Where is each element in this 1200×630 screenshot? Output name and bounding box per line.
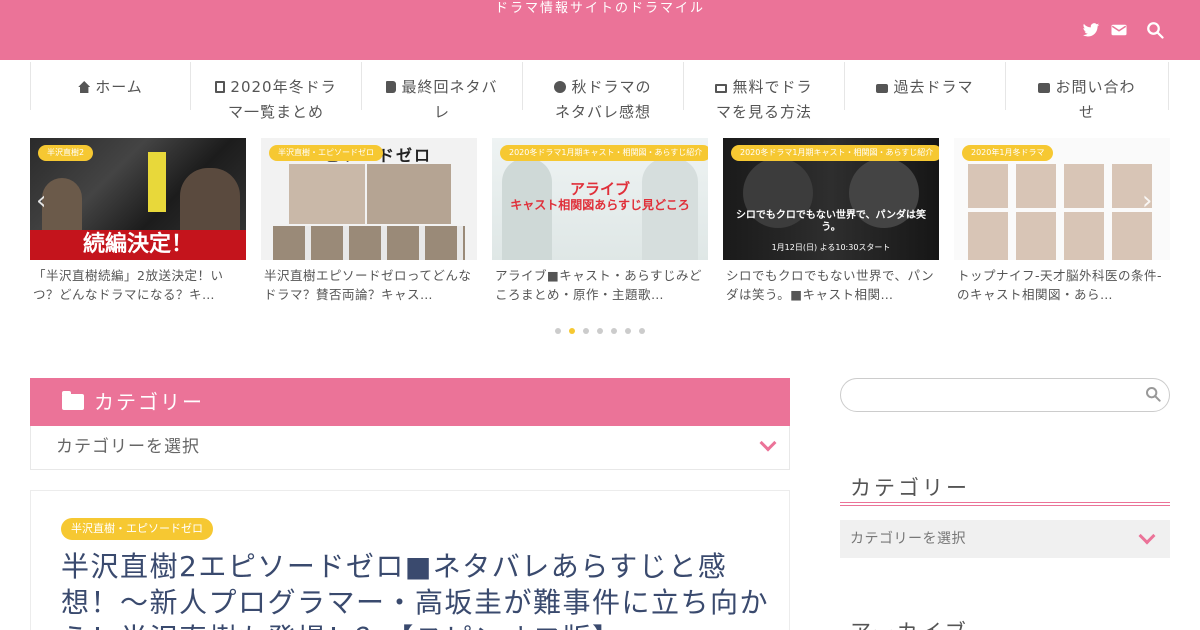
search-icon[interactable] bbox=[1145, 386, 1161, 402]
slide-image-text: 続編決定！ bbox=[82, 232, 193, 257]
mail-icon bbox=[1038, 83, 1051, 93]
slide-title[interactable]: シロでもクロでもない世界で、パンダは笑う。■キャスト相関… bbox=[723, 266, 939, 304]
slide-thumbnail: 続編決定！ 半沢直樹2 bbox=[30, 138, 246, 260]
category-badge[interactable]: 2020年1月冬ドラマ bbox=[962, 145, 1054, 161]
slide-title[interactable]: トップナイフ-天才脳外科医の条件-のキャスト相関図・あら… bbox=[954, 266, 1170, 304]
category-select-placeholder: カテゴリーを選択 bbox=[56, 437, 200, 457]
slide-thumbnail: エピソードゼロ 半沢直樹・エピソードゼロ bbox=[261, 138, 477, 260]
mail-icon[interactable] bbox=[1110, 21, 1130, 41]
monitor-icon bbox=[715, 84, 728, 93]
carousel-slide[interactable]: アライブ キャスト相関図あらすじ見どころ 2020冬ドラマ1月期キャスト・相関図… bbox=[492, 138, 708, 304]
nav-label: 過去ドラマ bbox=[893, 78, 974, 96]
chevron-down-icon bbox=[759, 434, 777, 452]
carousel-dot[interactable] bbox=[625, 328, 631, 334]
global-nav: ホーム 2020年冬ドラマ一覧まとめ 最終回ネタバレ 秋ドラマのネタバレ感想 無… bbox=[30, 60, 1170, 135]
category-heading-label: カテゴリー bbox=[94, 390, 204, 414]
slide-image-text: シロでもクロでもない世界で、パンダは笑う。 bbox=[735, 210, 927, 233]
search-icon[interactable] bbox=[1146, 21, 1166, 41]
nav-label: お問い合わせ bbox=[1055, 78, 1136, 121]
carousel-dot-active[interactable] bbox=[569, 328, 575, 334]
nav-label: 2020年冬ドラマ一覧まとめ bbox=[227, 78, 337, 121]
carousel-dot[interactable] bbox=[597, 328, 603, 334]
slide-image-subtext: キャスト相関図あらすじ見どころ bbox=[510, 198, 690, 212]
slide-thumbnail: シロでもクロでもない世界で、パンダは笑う。 1月12日(日) よる10:30スタ… bbox=[723, 138, 939, 260]
sidebar-archive-title: アーカイブ bbox=[850, 616, 969, 630]
nav-item-final-episode[interactable]: 最終回ネタバレ bbox=[361, 62, 523, 121]
nav-item-contact[interactable]: お問い合わせ bbox=[1005, 62, 1169, 121]
carousel-dot[interactable] bbox=[611, 328, 617, 334]
nav-item-past-dramas[interactable]: 過去ドラマ bbox=[844, 62, 1006, 110]
nav-item-winter-dramas[interactable]: 2020年冬ドラマ一覧まとめ bbox=[190, 62, 362, 121]
category-badge[interactable]: 半沢直樹2 bbox=[38, 145, 94, 161]
slide-title[interactable]: 半沢直樹エピソードゼロってどんなドラマ？賛否両論？キャス… bbox=[261, 266, 477, 304]
carousel-slide[interactable]: シロでもクロでもない世界で、パンダは笑う。 1月12日(日) よる10:30スタ… bbox=[723, 138, 939, 304]
slide-image-subtext: 1月12日(日) よる10:30スタート bbox=[771, 243, 891, 252]
folder-icon bbox=[62, 391, 84, 410]
slide-thumbnail: 2020年1月冬ドラマ bbox=[954, 138, 1170, 260]
nav-label: ホーム bbox=[95, 78, 143, 96]
nav-label: 秋ドラマのネタバレ感想 bbox=[554, 78, 652, 121]
chevron-down-icon bbox=[1138, 527, 1156, 545]
search-input[interactable] bbox=[840, 378, 1170, 412]
slide-title[interactable]: 「半沢直樹続編」2放送決定！いつ？どんなドラマになる？キ… bbox=[30, 266, 246, 304]
carousel-dot[interactable] bbox=[555, 328, 561, 334]
sidebar-title-divider bbox=[840, 502, 1170, 506]
twitter-icon[interactable] bbox=[1082, 21, 1102, 41]
carousel-slide[interactable]: 続編決定！ 半沢直樹2 「半沢直樹続編」2放送決定！いつ？どんなドラマになる？キ… bbox=[30, 138, 246, 304]
book-icon bbox=[386, 81, 397, 93]
box-icon bbox=[876, 84, 889, 93]
nav-item-free-watch[interactable]: 無料でドラマを見る方法 bbox=[683, 62, 845, 121]
site-header: ドラマ情報サイトのドラマイル bbox=[0, 0, 1200, 60]
article-title[interactable]: 半沢直樹2エピソードゼロ■ネタバレあらすじと感想！～新人プログラマー・高坂圭が難… bbox=[61, 549, 781, 630]
carousel-dot[interactable] bbox=[639, 328, 645, 334]
slide-title[interactable]: アライブ■キャスト・あらすじみどころまとめ・原作・主題歌… bbox=[492, 266, 708, 304]
category-select[interactable]: カテゴリーを選択 bbox=[30, 426, 790, 470]
category-widget-heading: カテゴリー bbox=[30, 378, 790, 426]
nav-item-autumn-reviews[interactable]: 秋ドラマのネタバレ感想 bbox=[522, 62, 684, 121]
home-icon bbox=[78, 81, 91, 93]
carousel-next-arrow[interactable]: › bbox=[1142, 186, 1152, 216]
carousel-pagination bbox=[555, 328, 645, 334]
nav-item-home[interactable]: ホーム bbox=[30, 62, 191, 110]
carousel-dot[interactable] bbox=[583, 328, 589, 334]
carousel-prev-arrow[interactable]: ‹ bbox=[36, 186, 46, 216]
document-icon bbox=[215, 81, 226, 93]
slide-thumbnail: アライブ キャスト相関図あらすじ見どころ 2020冬ドラマ1月期キャスト・相関図… bbox=[492, 138, 708, 260]
category-badge[interactable]: 2020冬ドラマ1月期キャスト・相関図・あらすじ紹介 bbox=[731, 145, 939, 161]
category-badge[interactable]: 半沢直樹・エピソードゼロ bbox=[269, 145, 383, 161]
article-card[interactable]: 半沢直樹・エピソードゼロ 半沢直樹2エピソードゼロ■ネタバレあらすじと感想！～新… bbox=[30, 490, 790, 630]
carousel-slide[interactable]: エピソードゼロ 半沢直樹・エピソードゼロ 半沢直樹エピソードゼロってどんなドラマ… bbox=[261, 138, 477, 304]
category-badge[interactable]: 2020冬ドラマ1月期キャスト・相関図・あらすじ紹介 bbox=[500, 145, 708, 161]
sidebar-category-select-placeholder: カテゴリーを選択 bbox=[850, 531, 966, 547]
nav-label: 無料でドラマを見る方法 bbox=[715, 78, 813, 121]
chat-icon bbox=[554, 81, 567, 93]
category-badge[interactable]: 半沢直樹・エピソードゼロ bbox=[61, 518, 213, 540]
carousel-slide[interactable]: 2020年1月冬ドラマ トップナイフ-天才脳外科医の条件-のキャスト相関図・あら… bbox=[954, 138, 1170, 304]
sidebar-category-select[interactable]: カテゴリーを選択 bbox=[840, 520, 1170, 558]
sidebar-category-title: カテゴリー bbox=[850, 476, 970, 500]
nav-label: 最終回ネタバレ bbox=[401, 78, 498, 121]
site-tagline: ドラマ情報サイトのドラマイル bbox=[494, 1, 705, 16]
